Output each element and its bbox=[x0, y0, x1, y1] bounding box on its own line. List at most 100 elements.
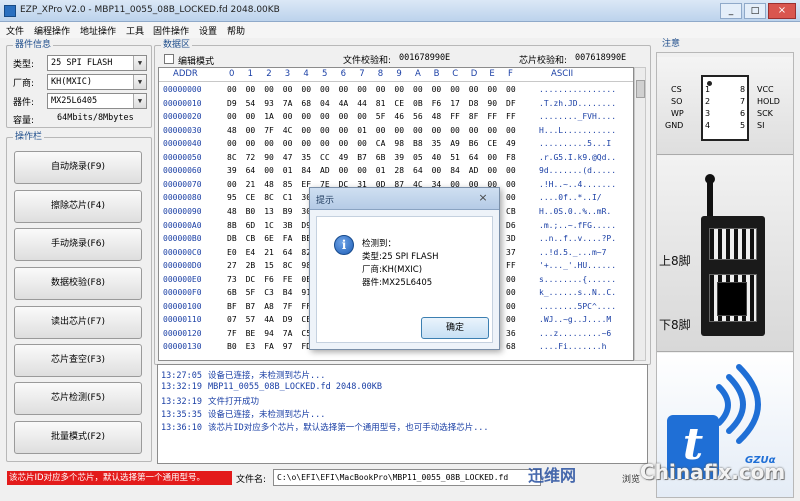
hex-cell[interactable]: 00 bbox=[506, 124, 516, 138]
auto-program-button[interactable]: 自动烧录(F9) bbox=[14, 151, 142, 184]
hex-cell[interactable]: 00 bbox=[320, 83, 330, 97]
hex-cell[interactable]: 6B bbox=[227, 286, 237, 300]
hex-cell[interactable]: 00 bbox=[487, 151, 497, 165]
hex-cell[interactable]: 00 bbox=[487, 164, 497, 178]
hex-cell[interactable]: 46 bbox=[394, 110, 404, 124]
hex-cell[interactable]: 44 bbox=[357, 97, 367, 111]
hex-cell[interactable]: B0 bbox=[227, 340, 237, 354]
hex-cell[interactable]: 00 bbox=[246, 124, 256, 138]
hex-cell[interactable]: 85 bbox=[283, 178, 293, 192]
hex-cell[interactable]: 00 bbox=[339, 110, 349, 124]
hex-cell[interactable]: 00 bbox=[413, 124, 423, 138]
hex-cell[interactable]: 00 bbox=[301, 124, 311, 138]
hex-cell[interactable]: 1A bbox=[264, 110, 274, 124]
vendor-select[interactable]: KH(MXIC) ▼ bbox=[47, 74, 147, 90]
detect-chip-button[interactable]: 芯片检测(F5) bbox=[14, 382, 142, 415]
hex-row[interactable]: 00000030 48 00 7F 4C 00 00 00 01 00 00 00 00 00 00 00 00… bbox=[159, 124, 633, 138]
hex-cell[interactable]: CE bbox=[487, 137, 497, 151]
hex-cell[interactable]: 64 bbox=[469, 151, 479, 165]
maximize-button[interactable]: □ bbox=[744, 3, 766, 19]
hex-cell[interactable]: 81 bbox=[376, 97, 386, 111]
hex-cell[interactable]: 8C bbox=[283, 259, 293, 273]
hex-cell[interactable]: 7F bbox=[283, 300, 293, 314]
hex-cell[interactable]: B0 bbox=[246, 205, 256, 219]
hex-cell[interactable]: 00 bbox=[506, 273, 516, 287]
hex-cell[interactable]: 00 bbox=[264, 83, 274, 97]
hex-cell[interactable]: 00 bbox=[227, 137, 237, 151]
hex-cell[interactable]: 48 bbox=[264, 178, 274, 192]
hex-cell[interactable]: FF bbox=[506, 110, 516, 124]
hex-row[interactable]: 00000000 00 00 00 00 00 00 00 00 00 00 00 00 00 00 00 00… bbox=[159, 83, 633, 97]
hex-cell[interactable]: 00 bbox=[394, 83, 404, 97]
hex-cell[interactable]: 00 bbox=[469, 124, 479, 138]
hex-cell[interactable]: 00 bbox=[301, 110, 311, 124]
hex-cell[interactable]: 28 bbox=[394, 164, 404, 178]
hex-cell[interactable]: 07 bbox=[227, 313, 237, 327]
hex-cell[interactable]: 8C bbox=[227, 151, 237, 165]
hex-cell[interactable]: 00 bbox=[357, 83, 367, 97]
hex-cell[interactable]: E4 bbox=[246, 246, 256, 260]
hex-cell[interactable]: 00 bbox=[450, 83, 460, 97]
menu-program[interactable]: 编程操作 bbox=[34, 24, 70, 37]
hex-cell[interactable]: 01 bbox=[376, 164, 386, 178]
hex-cell[interactable]: DF bbox=[506, 97, 516, 111]
hex-row[interactable]: 00000020 00 00 1A 00 00 00 00 00 5F 46 56 48 FF 8F FF FF… bbox=[159, 110, 633, 124]
hex-cell[interactable]: 00 bbox=[432, 83, 442, 97]
hex-cell[interactable]: 48 bbox=[432, 110, 442, 124]
hex-cell[interactable]: 00 bbox=[506, 83, 516, 97]
hex-cell[interactable]: FF bbox=[450, 110, 460, 124]
hex-cell[interactable]: 48 bbox=[227, 124, 237, 138]
hex-cell[interactable]: 00 bbox=[376, 83, 386, 97]
hex-cell[interactable]: 68 bbox=[301, 97, 311, 111]
hex-cell[interactable]: 51 bbox=[450, 151, 460, 165]
menu-file[interactable]: 文件 bbox=[6, 24, 24, 37]
hex-cell[interactable]: 7F bbox=[264, 124, 274, 138]
hex-grid-scrollbar[interactable] bbox=[634, 67, 646, 361]
hex-cell[interactable]: F6 bbox=[264, 273, 274, 287]
hex-cell[interactable]: 93 bbox=[264, 97, 274, 111]
hex-cell[interactable]: 00 bbox=[320, 124, 330, 138]
hex-cell[interactable]: 00 bbox=[506, 164, 516, 178]
hex-cell[interactable]: 7A bbox=[283, 97, 293, 111]
hex-cell[interactable]: 00 bbox=[506, 300, 516, 314]
edit-mode-checkbox[interactable] bbox=[164, 54, 174, 64]
hex-cell[interactable]: 00 bbox=[264, 137, 274, 151]
hex-cell[interactable]: 1C bbox=[264, 219, 274, 233]
hex-cell[interactable]: 00 bbox=[339, 137, 349, 151]
hex-cell[interactable]: 00 bbox=[320, 137, 330, 151]
hex-cell[interactable]: 00 bbox=[413, 83, 423, 97]
hex-row[interactable]: 00000060 39 64 00 01 84 AD 00 00 01 28 64 00 84 AD 00 00… bbox=[159, 164, 633, 178]
hex-cell[interactable]: AD bbox=[469, 164, 479, 178]
hex-cell[interactable]: 64 bbox=[283, 246, 293, 260]
hex-cell[interactable]: 8C bbox=[264, 191, 274, 205]
hex-cell[interactable]: AD bbox=[320, 164, 330, 178]
hex-cell[interactable]: 00 bbox=[227, 83, 237, 97]
hex-cell[interactable]: D9 bbox=[283, 313, 293, 327]
hex-cell[interactable]: 00 bbox=[432, 124, 442, 138]
hex-cell[interactable]: 95 bbox=[227, 191, 237, 205]
hex-cell[interactable]: E3 bbox=[246, 340, 256, 354]
hex-cell[interactable]: 90 bbox=[264, 151, 274, 165]
hex-cell[interactable]: DB bbox=[227, 232, 237, 246]
hex-cell[interactable]: 00 bbox=[246, 110, 256, 124]
hex-cell[interactable]: 04 bbox=[320, 97, 330, 111]
hex-cell[interactable]: 4A bbox=[339, 97, 349, 111]
hex-cell[interactable]: 01 bbox=[357, 124, 367, 138]
hex-cell[interactable]: 37 bbox=[506, 246, 516, 260]
hex-cell[interactable]: F6 bbox=[432, 97, 442, 111]
hex-cell[interactable]: 00 bbox=[487, 83, 497, 97]
hex-cell[interactable]: 00 bbox=[506, 286, 516, 300]
hex-cell[interactable]: 84 bbox=[450, 164, 460, 178]
hex-cell[interactable]: D9 bbox=[227, 97, 237, 111]
hex-cell[interactable]: 00 bbox=[339, 124, 349, 138]
hex-cell[interactable]: 00 bbox=[283, 83, 293, 97]
hex-cell[interactable]: 98 bbox=[394, 137, 404, 151]
hex-cell[interactable]: 7F bbox=[227, 327, 237, 341]
hex-row[interactable]: 00000050 8C 72 90 47 35 CC 49 B7 6B 39 05 40 51 64 00 F8… bbox=[159, 151, 633, 165]
hex-cell[interactable]: 49 bbox=[506, 137, 516, 151]
hex-cell[interactable]: 2B bbox=[246, 259, 256, 273]
hex-cell[interactable]: A8 bbox=[264, 300, 274, 314]
hex-cell[interactable]: 35 bbox=[301, 151, 311, 165]
hex-cell[interactable]: 00 bbox=[283, 110, 293, 124]
hex-cell[interactable]: 64 bbox=[413, 164, 423, 178]
